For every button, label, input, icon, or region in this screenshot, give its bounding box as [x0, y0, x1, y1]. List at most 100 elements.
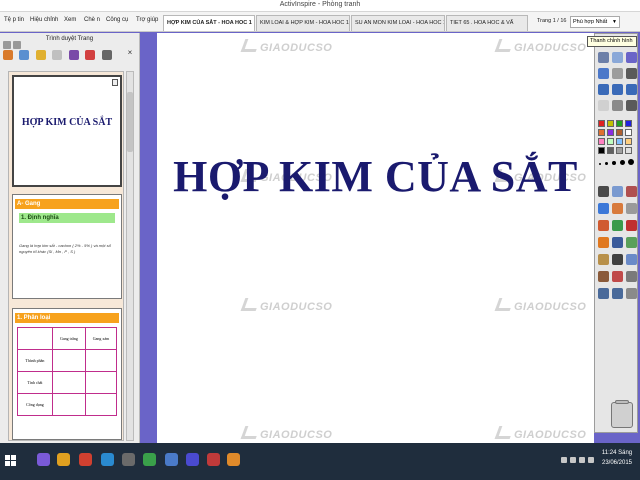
clock-time[interactable]: 11:24 Sáng — [598, 450, 636, 456]
activinspire-taskbar-icon[interactable] — [165, 453, 178, 466]
object-browser-icon[interactable] — [35, 50, 46, 60]
profile-icon[interactable] — [612, 52, 623, 63]
menu-tools[interactable]: Công cụ — [106, 17, 128, 23]
toolbox-close-icon[interactable] — [626, 52, 637, 63]
taskbar-app-icon[interactable] — [186, 453, 199, 466]
tray-chevron-icon[interactable] — [561, 457, 567, 463]
desktop-icon[interactable] — [612, 68, 623, 79]
magic-ink-icon[interactable] — [626, 203, 637, 214]
next-page-icon[interactable] — [626, 84, 637, 95]
pen-width-3[interactable] — [612, 161, 616, 165]
color-swatch-red[interactable] — [598, 120, 605, 127]
color-swatch-olive[interactable] — [607, 120, 614, 127]
type-icon[interactable] — [612, 254, 623, 265]
highlighter-icon[interactable] — [598, 203, 609, 214]
keyboard-icon[interactable] — [588, 457, 594, 463]
pen-width-5[interactable] — [628, 159, 634, 165]
color-swatch-peach[interactable] — [625, 138, 632, 145]
menu-view[interactable]: Xem — [64, 17, 76, 23]
color-swatch-black[interactable] — [598, 147, 605, 154]
redo-icon[interactable] — [612, 288, 623, 299]
tab-su-an-mon[interactable]: SU AN MON KIM LOAI - HOA HOC 1 — [351, 15, 445, 31]
browser-icon[interactable] — [598, 68, 609, 79]
thumbnail-scrollbar[interactable] — [126, 71, 134, 441]
flipchart-icon[interactable] — [612, 84, 623, 95]
color-swatch-light-gray[interactable] — [625, 147, 632, 154]
color-swatch-light-blue[interactable] — [616, 138, 623, 145]
reset-page-icon[interactable] — [598, 100, 609, 111]
color-swatch-light-green[interactable] — [607, 138, 614, 145]
taskbar-app-icon[interactable] — [227, 453, 240, 466]
page-thumbnail-3[interactable]: 1. Phân loại Gang trắng Gang xám Thành p… — [12, 308, 122, 440]
taskbar-app-icon[interactable] — [207, 453, 220, 466]
select-icon[interactable] — [598, 186, 609, 197]
resource-library-icon[interactable] — [19, 50, 30, 60]
page-browser-icon[interactable] — [3, 50, 13, 60]
voting-icon[interactable] — [101, 50, 112, 60]
text-icon[interactable] — [598, 254, 609, 265]
line-icon[interactable] — [626, 237, 637, 248]
pen-width-1[interactable] — [599, 163, 601, 165]
clock-date[interactable]: 23/06/2015 — [598, 460, 636, 466]
connector-icon[interactable] — [612, 237, 623, 248]
color-swatch-brown[interactable] — [616, 129, 623, 136]
hand-icon[interactable] — [626, 254, 637, 265]
color-swatch-dark-gray[interactable] — [607, 147, 614, 154]
pen-width-4[interactable] — [620, 160, 625, 165]
color-swatch-pink[interactable] — [598, 138, 605, 145]
network-icon[interactable] — [570, 457, 576, 463]
menu-file[interactable]: Tệ p tin — [4, 17, 24, 23]
close-icon[interactable]: × — [125, 48, 135, 58]
page-menu-icon[interactable] — [112, 79, 118, 86]
action-icon[interactable] — [85, 50, 96, 60]
taskbar-app-icon[interactable] — [37, 453, 50, 466]
camera-icon[interactable] — [598, 271, 609, 282]
tab-kim-loai-hop-kim[interactable]: KIM LOAI & HỢP KIM - HOA HOC 12 — [256, 15, 350, 31]
trash-icon[interactable] — [611, 400, 633, 428]
color-swatch-green[interactable] — [616, 120, 623, 127]
page-thumbnail-2[interactable]: A- Gang 1. Định nghĩa Gang là hợp kim sắ… — [12, 194, 122, 299]
scissors-icon[interactable] — [626, 186, 637, 197]
scrollbar-thumb[interactable] — [127, 92, 133, 152]
clear-icon[interactable] — [626, 220, 637, 231]
taskbar: 11:24 Sáng 23/06/2015 — [0, 443, 640, 480]
marker-icon[interactable] — [612, 203, 623, 214]
zoom-icon[interactable] — [612, 100, 623, 111]
pen-icon[interactable] — [612, 186, 623, 197]
previous-page-icon[interactable] — [598, 84, 609, 95]
menu-help[interactable]: Trợ giúp — [136, 17, 158, 23]
menu-edit[interactable]: Hiệu chỉnh — [30, 17, 58, 23]
notes-icon[interactable] — [52, 50, 63, 60]
page-thumbnail-1[interactable]: HỢP KIM CỦA SẮT — [12, 75, 122, 187]
color-swatch-blue[interactable] — [625, 120, 632, 127]
menu-insert[interactable]: Chè n — [84, 17, 100, 23]
undo-icon[interactable] — [598, 288, 609, 299]
table-cell — [84, 349, 118, 372]
browser-taskbar-icon[interactable] — [101, 453, 114, 466]
property-icon[interactable] — [68, 50, 79, 60]
zoom-fit-select[interactable]: Phù hợp Nhất ▼ — [570, 16, 620, 28]
main-menu-icon[interactable] — [598, 52, 609, 63]
excel-icon[interactable] — [143, 453, 156, 466]
color-swatch-orange[interactable] — [598, 129, 605, 136]
spotlight-icon[interactable] — [612, 271, 623, 282]
pen-mode-icon[interactable] — [626, 100, 637, 111]
color-swatch-white[interactable] — [625, 129, 632, 136]
chrome-icon[interactable] — [79, 453, 92, 466]
windows-start-icon[interactable] — [5, 455, 17, 467]
reset-icon[interactable] — [626, 288, 637, 299]
taskbar-app-icon[interactable] — [122, 453, 135, 466]
fill-icon[interactable] — [612, 220, 623, 231]
tray-icon[interactable] — [626, 68, 637, 79]
file-explorer-icon[interactable] — [57, 453, 70, 466]
volume-icon[interactable] — [579, 457, 585, 463]
color-swatch-gray[interactable] — [616, 147, 623, 154]
pen-width-2[interactable] — [605, 162, 608, 165]
eraser-icon[interactable] — [598, 220, 609, 231]
revealer-icon[interactable] — [626, 271, 637, 282]
tab-tiet-65[interactable]: TIET 65 . HOA HOC & VẤ — [446, 15, 528, 31]
color-swatch-purple[interactable] — [607, 129, 614, 136]
tab-hop-kim-cua-sat[interactable]: HỢP KIM CỦA SẮT - HOA HOC 1 — [163, 15, 255, 31]
shape-icon[interactable] — [598, 237, 609, 248]
flipchart-page[interactable]: GIAODUCSO GIAODUCSO GIAODUCSO GIAODUCSO … — [157, 33, 594, 443]
